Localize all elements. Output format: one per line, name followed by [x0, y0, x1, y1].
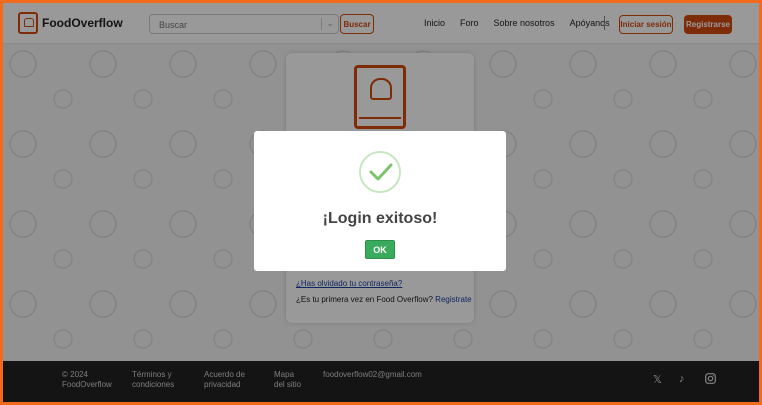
- checkmark-glyph: [369, 163, 393, 181]
- page-frame: FoodOverflow ⌄ Buscar Inicio Foro Sobre …: [3, 3, 759, 402]
- checkmark-icon: [359, 151, 401, 193]
- ok-button[interactable]: OK: [365, 240, 395, 259]
- modal-title: ¡Login exitoso!: [322, 210, 438, 227]
- success-modal: ¡Login exitoso! OK: [254, 131, 506, 271]
